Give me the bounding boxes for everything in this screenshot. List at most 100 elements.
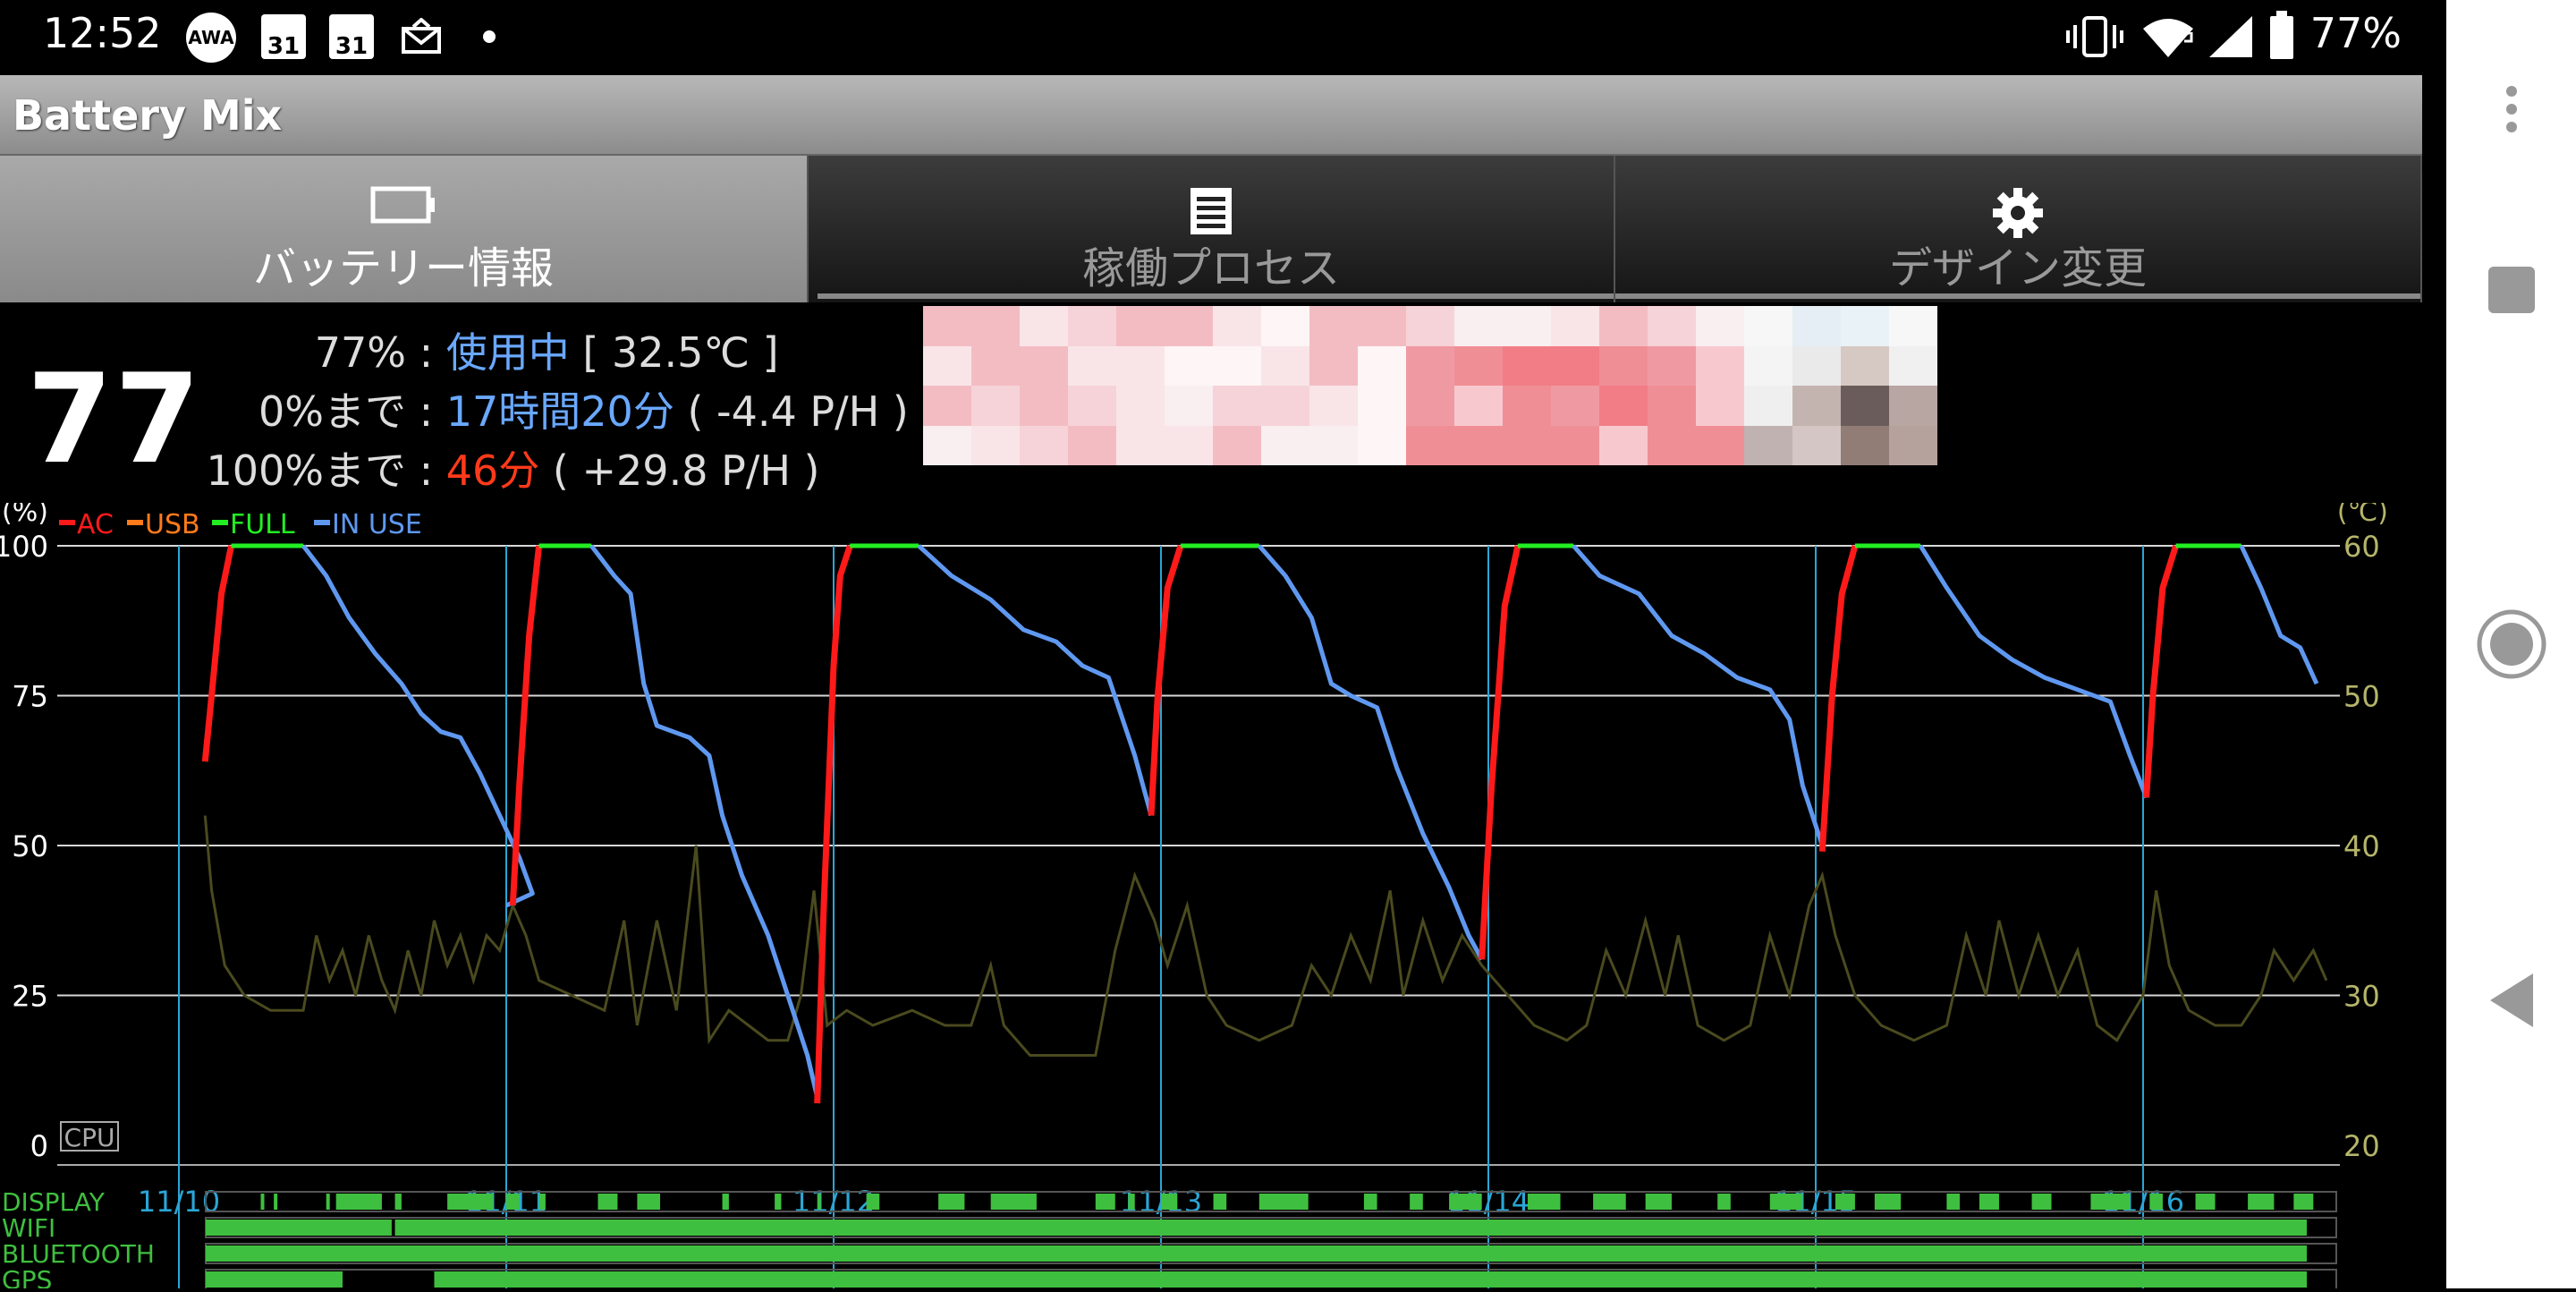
ad-pixel (1454, 345, 1504, 387)
ad-pixel (1020, 306, 1069, 347)
info-sep: : (419, 446, 434, 495)
ad-pixel (1165, 425, 1214, 465)
battery-line-ac (201, 545, 234, 762)
ad-pixel (1454, 425, 1504, 465)
ad-pixel (1551, 425, 1600, 465)
ad-pixel (1358, 425, 1407, 465)
dot-icon (483, 30, 496, 43)
ad-pixel (1744, 306, 1793, 347)
back-triangle-icon[interactable] (2487, 972, 2537, 1029)
cpu-label: CPU (64, 1123, 115, 1152)
ad-pixel (1696, 425, 1745, 465)
activity-segment (1128, 1194, 1135, 1210)
ad-pixel (1792, 425, 1842, 465)
ad-pixel (923, 386, 972, 427)
activity-segment (1095, 1194, 1115, 1210)
y-tick-right: 60 (2343, 530, 2380, 564)
ad-pixel (923, 345, 972, 387)
y-tick-right: 20 (2343, 1129, 2380, 1163)
tab-label: バッテリー情報 (252, 243, 554, 293)
ad-pixel (1599, 386, 1648, 427)
right-unit: (℃) (2337, 503, 2388, 528)
ad-banner[interactable] (923, 306, 1937, 465)
status-bar: 12:52 AWA 31 31 77% (0, 0, 2446, 75)
ad-pixel (1309, 425, 1359, 465)
ad-pixel (1068, 345, 1117, 387)
activity-segment (206, 1271, 343, 1288)
activity-segment (394, 1194, 402, 1210)
activity-segment (775, 1194, 782, 1210)
ad-pixel (1889, 306, 1937, 347)
ad-pixel (1744, 425, 1793, 465)
awa-icon: AWA (186, 13, 236, 63)
ad-pixel (1503, 345, 1552, 387)
activity-segment (326, 1194, 330, 1210)
circle-icon[interactable] (2476, 608, 2547, 680)
y-tick-left: 25 (12, 980, 48, 1014)
tab-underline (1615, 293, 2420, 299)
gear-icon (1993, 188, 2043, 238)
ad-pixel (971, 386, 1021, 427)
tab-battery-info[interactable]: バッテリー情報 (0, 156, 809, 302)
ad-pixel (1792, 306, 1842, 347)
tab-bar: バッテリー情報 稼働プロセス デザイン変更 (0, 156, 2422, 302)
tab-underline (818, 293, 1614, 299)
activity-segment (1449, 1194, 1482, 1210)
y-tick-right: 30 (2343, 980, 2380, 1014)
ad-pixel (1358, 386, 1407, 427)
tab-running-process[interactable]: 稼働プロセス (809, 156, 1615, 302)
activity-segment (1527, 1194, 1561, 1210)
ad-pixel (1648, 306, 1697, 347)
vibrate-icon (2066, 16, 2123, 57)
activity-segment (335, 1194, 382, 1210)
ad-pixel (1696, 345, 1745, 387)
ad-pixel (1213, 306, 1262, 347)
more-vert-icon[interactable] (2503, 84, 2521, 134)
activity-segment (2090, 1194, 2131, 1210)
activity-segment (1769, 1194, 1803, 1210)
activity-segment (2031, 1194, 2052, 1210)
tab-label: 稼働プロセス (1081, 243, 1340, 293)
battery-outline-icon (370, 186, 435, 224)
battery-line-use (1257, 544, 1484, 961)
battery-icon (2270, 11, 2293, 59)
ad-pixel (1068, 425, 1117, 465)
activity-segment (394, 1220, 2307, 1236)
ad-pixel (1696, 306, 1745, 347)
info-sep: : (419, 328, 434, 377)
battery-line-use (301, 544, 535, 908)
calendar-icon: 31 (329, 14, 374, 60)
activity-segment (990, 1194, 1037, 1210)
ad-pixel (1358, 306, 1407, 347)
app-title: Battery Mix (13, 91, 283, 140)
ad-pixel (1599, 425, 1648, 465)
activity-segment (538, 1194, 546, 1210)
ad-pixel (1309, 386, 1359, 427)
activity-segment (274, 1194, 278, 1210)
info-label: 100%まで (206, 446, 406, 495)
ad-pixel (1841, 345, 1890, 387)
ad-pixel (1116, 425, 1165, 465)
activity-segment (1363, 1194, 1377, 1210)
info-extra: [ 32.5℃ ] (582, 328, 779, 377)
chart-svg: 1006075505040253002011/1011/1111/1211/13… (0, 497, 2388, 1292)
square-icon[interactable] (2487, 265, 2537, 315)
ad-pixel (1116, 306, 1165, 347)
activity-segment (206, 1245, 2307, 1262)
ad-pixel (1406, 425, 1455, 465)
ad-pixel (1503, 306, 1552, 347)
ad-pixel (1165, 306, 1214, 347)
battery-line-use (589, 544, 820, 1098)
temperature-line (203, 815, 2328, 1057)
activity-segment (722, 1194, 729, 1210)
ad-pixel (1841, 306, 1890, 347)
ad-pixel (971, 345, 1021, 387)
activity-segment (434, 1271, 2308, 1288)
tab-design-change[interactable]: デザイン変更 (1615, 156, 2422, 302)
battery-line-use (2239, 544, 2319, 685)
info-extra: ( +29.8 P/H ) (552, 446, 820, 495)
activity-segment (938, 1194, 965, 1210)
ad-pixel (1599, 306, 1648, 347)
ad-pixel (923, 306, 972, 347)
activity-segment (597, 1194, 618, 1210)
